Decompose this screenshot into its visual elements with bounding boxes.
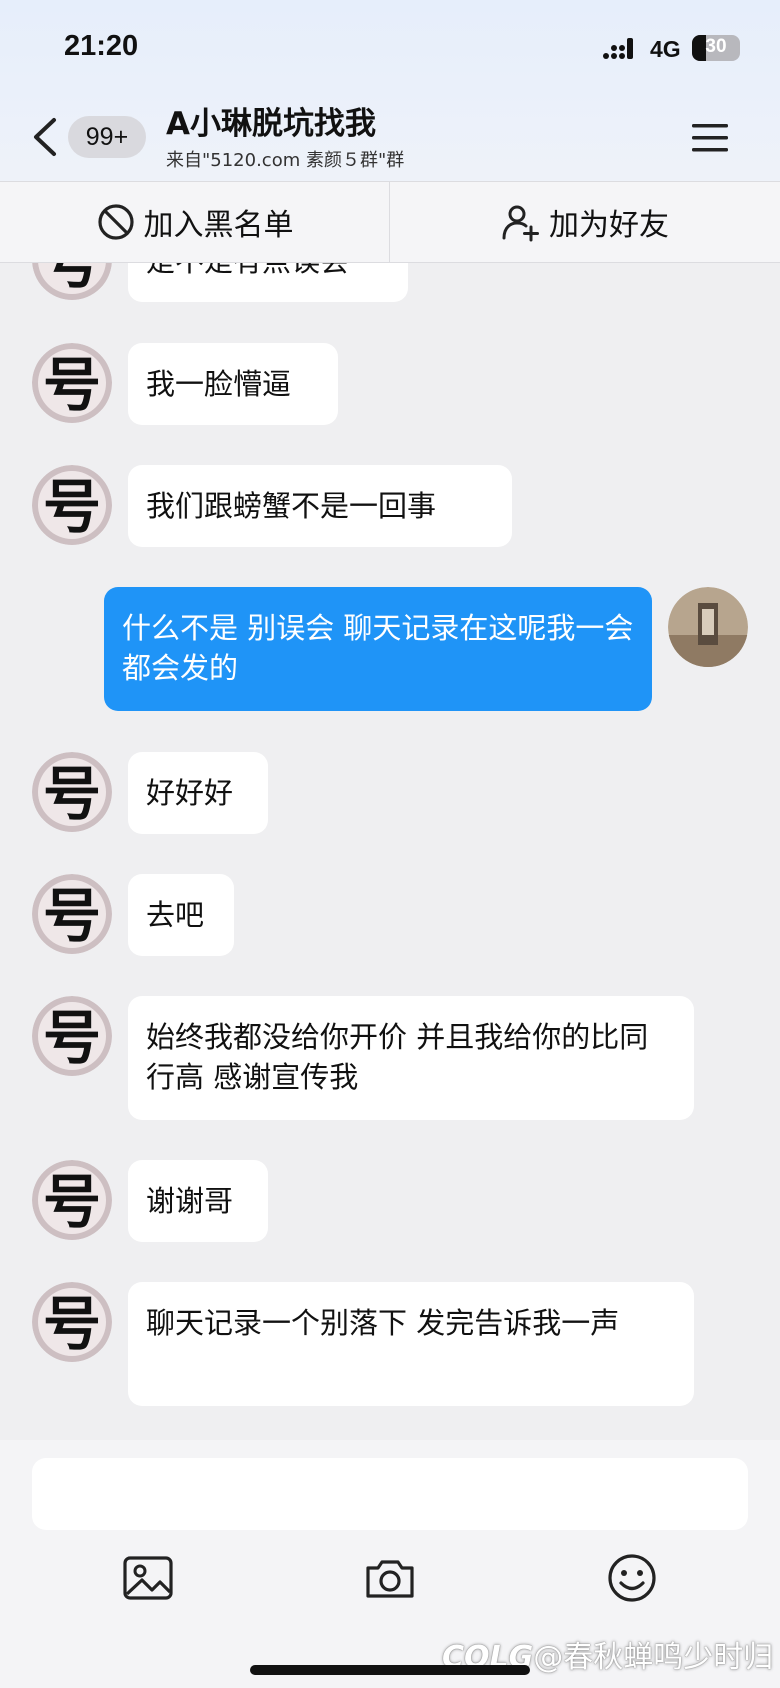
add-user-icon	[502, 205, 539, 242]
camera-icon[interactable]	[362, 1550, 418, 1606]
contact-avatar[interactable]: 号	[32, 1160, 112, 1240]
message-bubble[interactable]: 我们跟螃蟹不是一回事	[128, 465, 512, 547]
svg-text:号: 号	[43, 1290, 101, 1358]
contact-avatar[interactable]: 号	[32, 1282, 112, 1362]
battery-indicator: 30	[692, 35, 740, 61]
message-bubble[interactable]: 聊天记录一个别落下 发完告诉我一声	[128, 1282, 694, 1406]
contact-avatar[interactable]: 号	[32, 996, 112, 1076]
contact-avatar[interactable]: 号	[32, 874, 112, 954]
chat-subtitle: 来自"5120.com 素颜５群"群	[166, 150, 405, 171]
svg-text:号: 号	[43, 760, 101, 828]
contact-avatar[interactable]: 号	[32, 343, 112, 423]
message-bubble-self[interactable]: 什么不是 别误会 聊天记录在这呢我一会都会发的	[104, 587, 652, 711]
block-icon	[97, 204, 134, 240]
hamburger-menu-icon[interactable]	[690, 120, 730, 156]
contact-avatar[interactable]: 号	[32, 262, 112, 300]
message-list[interactable]: 号 是不是有点误会 号 我一脸懵逼 号 我们跟螃蟹不是一回事 什么不是 别误会 …	[0, 262, 780, 1440]
svg-text:号: 号	[43, 473, 101, 541]
chevron-left-icon[interactable]	[26, 114, 66, 160]
add-friend-button[interactable]: 加为好友	[390, 182, 780, 262]
svg-text:号: 号	[43, 1004, 101, 1072]
message-bubble[interactable]: 我一脸懵逼	[128, 343, 338, 425]
signal-strength-icon	[603, 38, 633, 59]
home-indicator	[250, 1665, 530, 1675]
user-avatar[interactable]	[668, 587, 748, 667]
message-bubble[interactable]: 始终我都没给你开价 并且我给你的比同行高 感谢宣传我	[128, 996, 694, 1120]
contact-avatar[interactable]: 号	[32, 752, 112, 832]
watermark-text: @春秋蝉鸣少时归	[533, 1640, 774, 1675]
emoji-icon[interactable]	[604, 1550, 660, 1606]
status-bar: 21:20 4G 30	[0, 0, 780, 90]
message-bubble[interactable]: 是不是有点误会	[128, 262, 408, 302]
svg-text:号: 号	[43, 351, 101, 419]
add-to-blacklist-button[interactable]: 加入黑名单	[0, 182, 389, 262]
contact-avatar[interactable]: 号	[32, 465, 112, 545]
network-type: 4G	[650, 36, 681, 62]
message-bubble[interactable]: 去吧	[128, 874, 234, 956]
add-to-blacklist-label: 加入黑名单	[143, 208, 294, 243]
status-time: 21:20	[64, 30, 139, 62]
message-bubble[interactable]: 谢谢哥	[128, 1160, 268, 1242]
svg-text:号: 号	[43, 1168, 101, 1236]
svg-text:号: 号	[43, 882, 101, 950]
message-bubble[interactable]: 好好好	[128, 752, 268, 834]
add-friend-label: 加为好友	[549, 208, 669, 243]
stranger-action-bar: 加入黑名单 加为好友	[0, 181, 780, 263]
unread-badge[interactable]: 99+	[68, 116, 146, 158]
message-input[interactable]	[32, 1458, 748, 1530]
battery-level: 30	[705, 36, 727, 57]
chat-input-area: COLG@春秋蝉鸣少时归	[0, 1440, 780, 1688]
image-icon[interactable]	[120, 1550, 176, 1606]
chat-header: 99+ A小琳脱坑找我 来自"5120.com 素颜５群"群	[0, 92, 780, 180]
svg-text:号: 号	[43, 262, 101, 296]
chat-title: A小琳脱坑找我	[166, 106, 376, 142]
